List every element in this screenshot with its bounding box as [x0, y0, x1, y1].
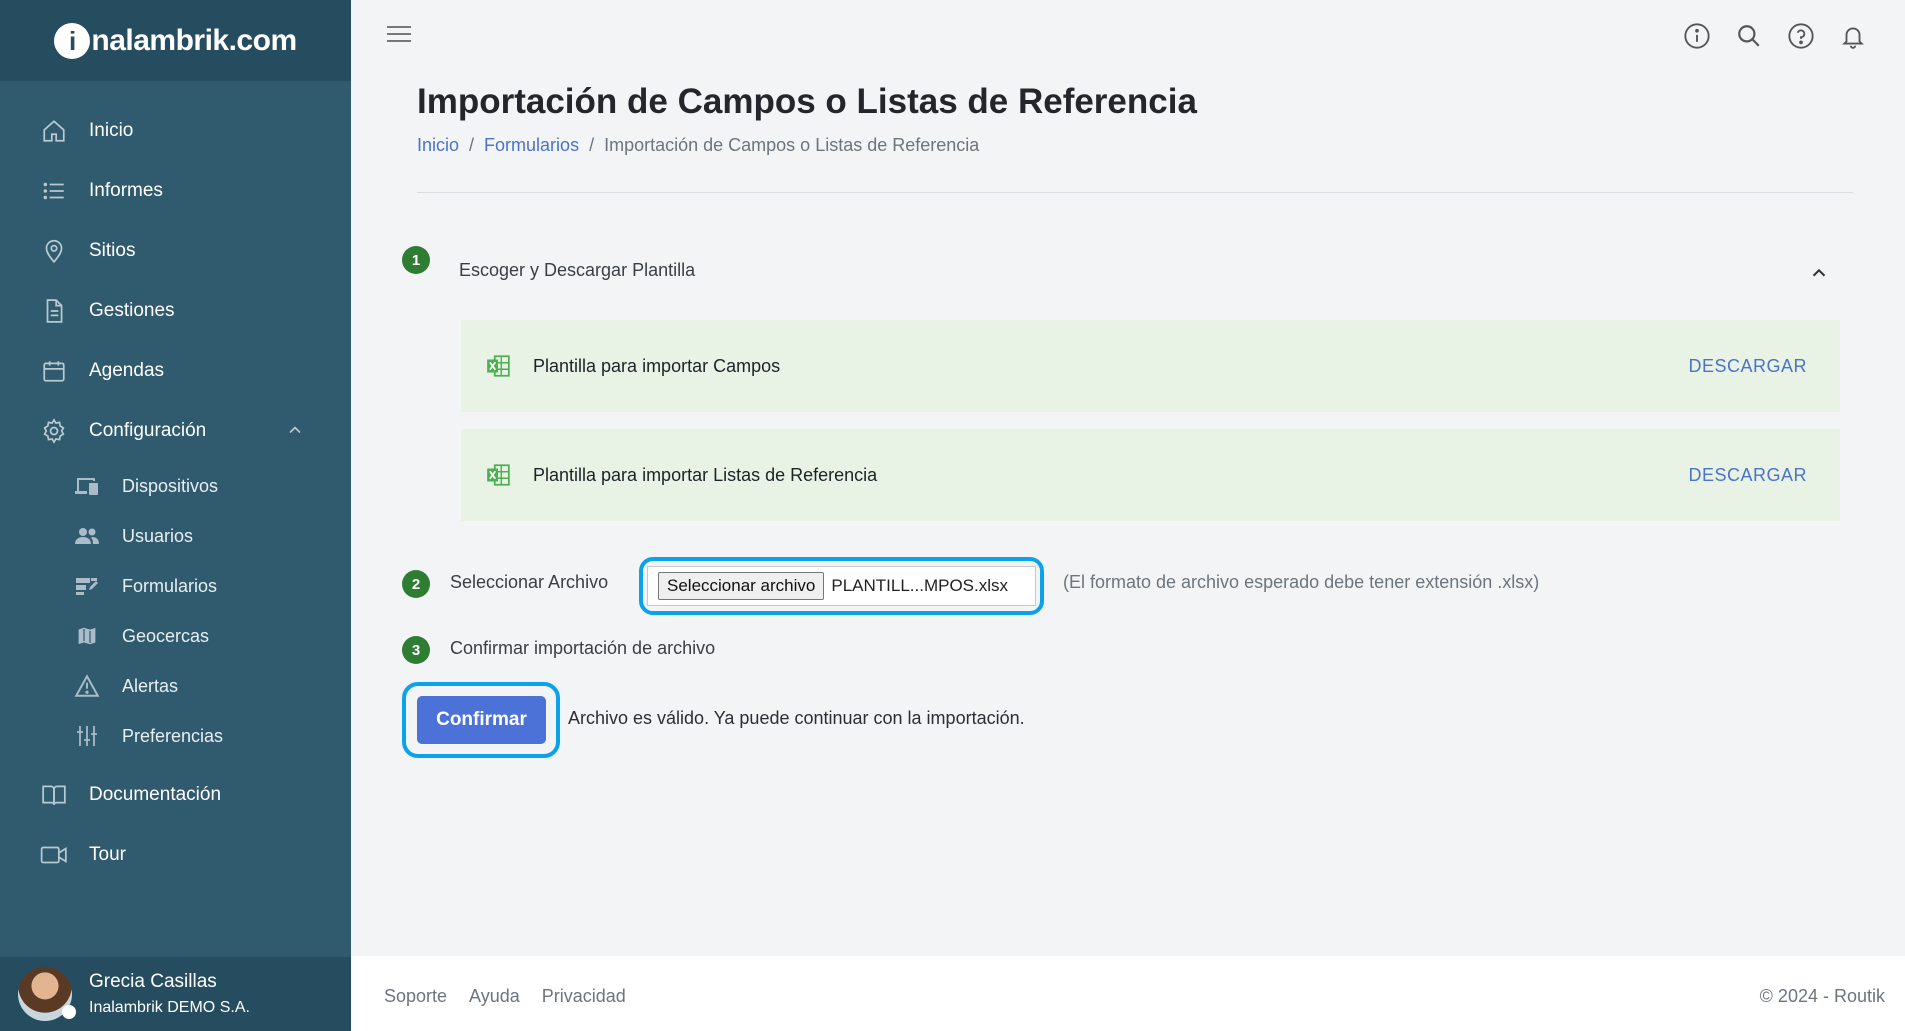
sidebar-item-label: Documentación	[89, 784, 222, 805]
sidebar-item-label: Geocercas	[122, 625, 210, 646]
sidebar-item-agendas[interactable]: Agendas	[0, 341, 351, 401]
sidebar-item-informes[interactable]: Informes	[0, 161, 351, 221]
sliders-icon	[73, 723, 101, 749]
sidebar-item-label: Tour	[89, 844, 126, 865]
footer-link-privacidad[interactable]: Privacidad	[542, 986, 626, 1007]
user-name: Grecia Casillas	[89, 971, 217, 992]
status-dot	[62, 1005, 76, 1019]
gear-icon	[40, 417, 68, 445]
video-icon	[40, 841, 68, 869]
step-1-label[interactable]: Escoger y Descargar Plantilla	[459, 260, 695, 281]
sidebar-item-documentacion[interactable]: Documentación	[0, 765, 351, 825]
sidebar-item-alertas[interactable]: Alertas	[0, 661, 351, 711]
topbar-icons	[1683, 22, 1867, 50]
step-1-badge: 1	[402, 246, 430, 274]
choose-file-button[interactable]: Seleccionar archivo	[658, 572, 825, 600]
users-icon	[73, 523, 101, 549]
template-card-campos: Plantilla para importar Campos DESCARGAR	[461, 320, 1840, 412]
list-icon	[40, 177, 68, 205]
footer-link-soporte[interactable]: Soporte	[384, 986, 447, 1007]
sidebar-item-inicio[interactable]: Inicio	[0, 101, 351, 161]
breadcrumb-separator: /	[469, 135, 475, 155]
logo-initial: i	[54, 22, 91, 59]
sidebar-item-dispositivos[interactable]: Dispositivos	[0, 461, 351, 511]
sidebar-item-tour[interactable]: Tour	[0, 825, 351, 885]
template-name: Plantilla para importar Campos	[533, 355, 781, 376]
file-input[interactable]: Seleccionar archivo PLANTILL...MPOS.xlsx	[647, 566, 1036, 606]
step-3-badge: 3	[402, 636, 430, 664]
file-format-hint: (El formato de archivo esperado debe ten…	[1063, 572, 1540, 592]
map-icon	[73, 623, 101, 649]
forms-icon	[73, 573, 101, 599]
user-profile[interactable]: Grecia Casillas Inalambrik DEMO S.A.	[0, 957, 351, 1031]
step-2-label: Seleccionar Archivo	[450, 572, 609, 592]
sidebar-nav-bottom: Documentación Tour	[0, 761, 351, 885]
document-icon	[40, 297, 68, 325]
validation-message: Archivo es válido. Ya puede continuar co…	[568, 708, 1025, 728]
breadcrumb-separator: /	[589, 135, 595, 155]
sidebar-item-label: Configuración	[89, 420, 207, 441]
download-button[interactable]: DESCARGAR	[1688, 356, 1807, 377]
excel-file-icon	[485, 353, 511, 379]
help-icon[interactable]	[1787, 22, 1815, 50]
sidebar-item-preferencias[interactable]: Preferencias	[0, 711, 351, 761]
info-icon[interactable]	[1683, 22, 1711, 50]
chevron-up-icon[interactable]	[1808, 262, 1830, 289]
breadcrumb-formularios[interactable]: Formularios	[484, 135, 579, 155]
header-divider	[417, 192, 1853, 193]
sidebar-item-usuarios[interactable]: Usuarios	[0, 511, 351, 561]
chevron-up-icon[interactable]	[285, 420, 305, 445]
menu-icon[interactable]	[387, 26, 411, 47]
selected-file-name: PLANTILL...MPOS.xlsx	[831, 576, 1009, 595]
breadcrumb: Inicio / Formularios / Importación de Campos…	[417, 135, 979, 156]
devices-icon	[73, 473, 101, 499]
breadcrumb-current: Importación de Campos o Listas de Refere…	[604, 135, 980, 155]
footer: Soporte Ayuda Privacidad © 2024 - Routik	[351, 956, 1905, 1031]
breadcrumb-home[interactable]: Inicio	[417, 135, 459, 155]
brand-header: i nalambrik.com	[0, 0, 351, 81]
sidebar-nav: Inicio Informes Sitios Gestiones Agendas	[0, 81, 351, 461]
avatar	[18, 967, 76, 1021]
sidebar-item-label: Gestiones	[89, 300, 175, 321]
sidebar-item-label: Usuarios	[122, 525, 194, 546]
sidebar-item-geocercas[interactable]: Geocercas	[0, 611, 351, 661]
excel-file-icon	[485, 462, 511, 488]
sidebar-item-configuracion[interactable]: Configuración	[0, 401, 351, 461]
page-title: Importación de Campos o Listas de Refere…	[417, 82, 1197, 121]
sidebar-item-label: Sitios	[89, 240, 136, 261]
confirm-button[interactable]: Confirmar	[417, 696, 546, 744]
template-card-listas: Plantilla para importar Listas de Refere…	[461, 429, 1840, 521]
sidebar-item-sitios[interactable]: Sitios	[0, 221, 351, 281]
sidebar: i nalambrik.com Inicio Informes Sitios G…	[0, 0, 351, 1031]
calendar-icon	[40, 357, 68, 385]
sidebar-item-label: Formularios	[122, 575, 218, 596]
footer-link-ayuda[interactable]: Ayuda	[469, 986, 520, 1007]
brand-logo[interactable]: i nalambrik.com	[54, 22, 297, 59]
step-3-label: Confirmar importación de archivo	[450, 638, 716, 658]
sidebar-item-label: Alertas	[122, 675, 179, 696]
search-icon[interactable]	[1735, 22, 1763, 50]
logo-text: nalambrik.com	[91, 23, 297, 57]
sidebar-item-label: Dispositivos	[122, 475, 219, 496]
sidebar-subnav-configuracion: Dispositivos Usuarios Formularios Geocer…	[0, 461, 351, 761]
sidebar-item-gestiones[interactable]: Gestiones	[0, 281, 351, 341]
sidebar-item-label: Preferencias	[122, 725, 224, 746]
sidebar-item-label: Informes	[89, 180, 163, 201]
book-icon	[40, 781, 68, 809]
step-2-badge: 2	[402, 570, 430, 598]
sidebar-item-label: Agendas	[89, 360, 165, 381]
warning-icon	[73, 673, 101, 699]
sidebar-item-label: Inicio	[89, 120, 134, 141]
sidebar-item-formularios[interactable]: Formularios	[0, 561, 351, 611]
template-name: Plantilla para importar Listas de Refere…	[533, 464, 878, 485]
footer-links: Soporte Ayuda Privacidad	[384, 986, 626, 1007]
home-icon	[40, 117, 68, 145]
bell-icon[interactable]	[1839, 22, 1867, 50]
download-button[interactable]: DESCARGAR	[1688, 465, 1807, 486]
user-org: Inalambrik DEMO S.A.	[89, 999, 250, 1016]
copyright: © 2024 - Routik	[1759, 986, 1885, 1006]
map-pin-icon	[40, 237, 68, 265]
topbar	[351, 0, 1905, 72]
